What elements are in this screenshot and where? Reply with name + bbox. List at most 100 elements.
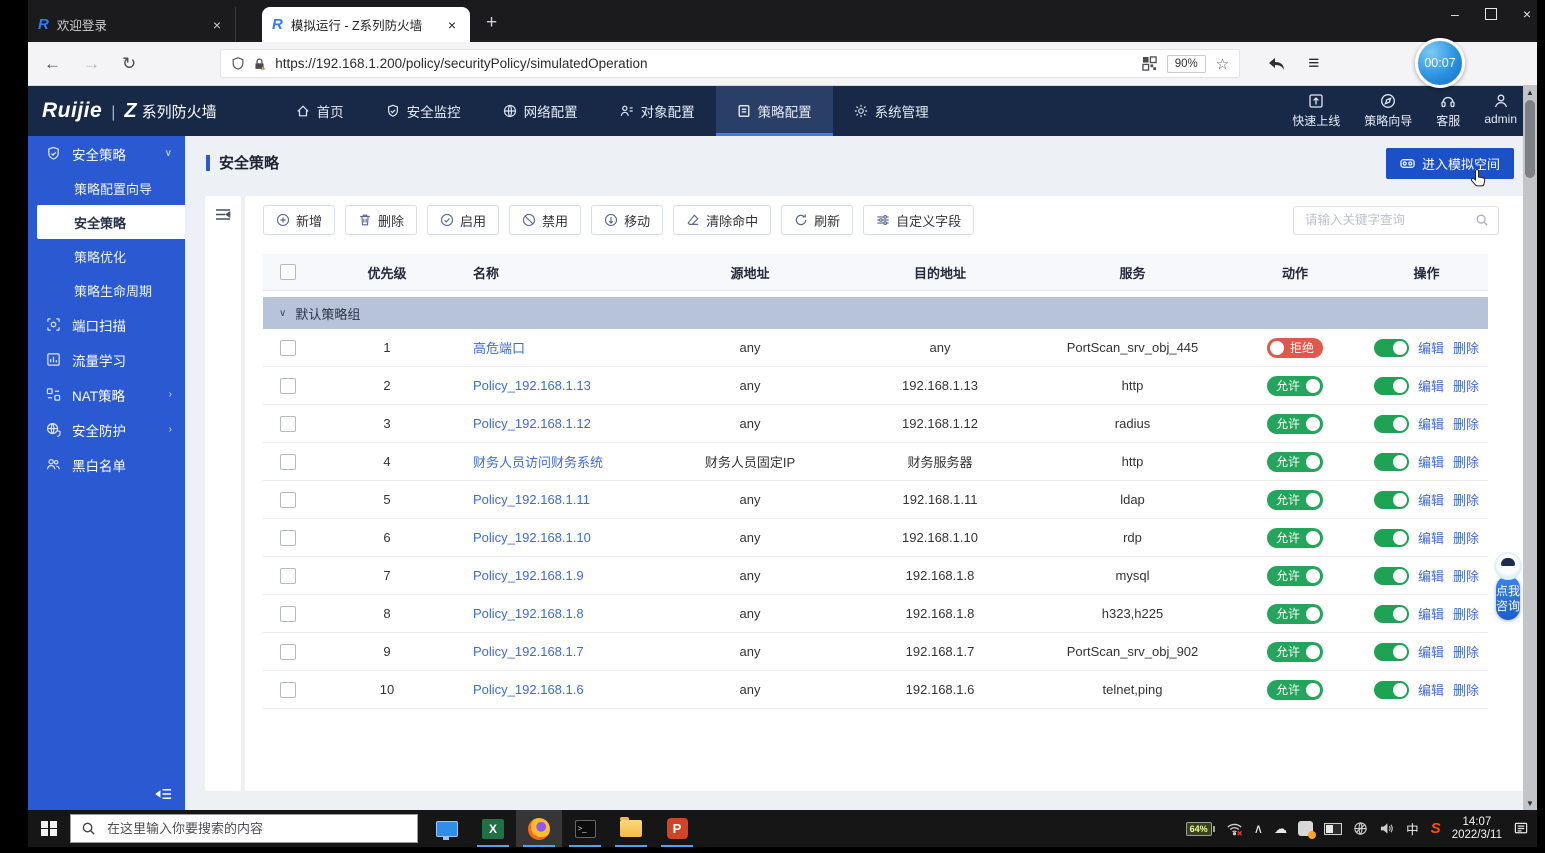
action-toggle-badge[interactable]: 允许 [1267, 376, 1323, 396]
file-explorer-icon[interactable] [608, 810, 654, 847]
policy-table-row[interactable]: 2 Policy_192.168.1.13 any 192.168.1.13 h… [263, 367, 1488, 405]
nav-network-config[interactable]: 网络配置 [482, 86, 599, 136]
policy-name-link[interactable]: Policy_192.168.1.11 [462, 492, 660, 507]
policy-table-row[interactable]: 1 高危端口 any any PortScan_srv_obj_445 拒绝 编… [263, 329, 1488, 367]
sogou-input-icon[interactable]: S [1431, 820, 1441, 837]
taskbar-clock[interactable]: 14:07 2022/3/11 [1452, 816, 1502, 842]
action-toggle-badge[interactable]: 允许 [1267, 414, 1323, 434]
enable-toggle[interactable] [1374, 339, 1409, 357]
refresh-button[interactable]: 刷新 [781, 205, 853, 235]
edit-link[interactable]: 编辑 [1418, 414, 1444, 433]
bookmark-star-icon[interactable]: ☆ [1216, 55, 1229, 73]
enable-toggle[interactable] [1374, 453, 1409, 471]
row-checkbox[interactable] [280, 454, 296, 470]
custom-fields-button[interactable]: 自定义字段 [863, 205, 974, 235]
row-checkbox[interactable] [280, 416, 296, 432]
edit-link[interactable]: 编辑 [1418, 490, 1444, 509]
browser-menu-icon[interactable]: ≡ [1308, 53, 1319, 75]
action-toggle-badge[interactable]: 允许 [1267, 566, 1323, 586]
delete-link[interactable]: 删除 [1453, 490, 1479, 509]
action-toggle-badge[interactable]: 允许 [1267, 680, 1323, 700]
policy-table-row[interactable]: 8 Policy_192.168.1.8 any 192.168.1.8 h32… [263, 595, 1488, 633]
enable-toggle[interactable] [1374, 529, 1409, 547]
sidebar-item-security-protect[interactable]: 安全防护 › [28, 412, 185, 447]
clear-hits-button[interactable]: 清除命中 [673, 205, 771, 235]
app-notification-icon[interactable] [1298, 821, 1313, 836]
policy-table-row[interactable]: 5 Policy_192.168.1.11 any 192.168.1.11 l… [263, 481, 1488, 519]
tab-close-icon[interactable]: × [209, 17, 225, 33]
column-settings-icon[interactable] [215, 208, 231, 221]
sidebar-item-security-policy[interactable]: 安全策略 [37, 205, 185, 239]
delete-link[interactable]: 删除 [1453, 414, 1479, 433]
browser-tab-welcome[interactable]: R 欢迎登录 × [28, 7, 236, 42]
edit-link[interactable]: 编辑 [1418, 376, 1444, 395]
row-checkbox[interactable] [280, 606, 296, 622]
delete-link[interactable]: 删除 [1453, 566, 1479, 585]
policy-table-row[interactable]: 9 Policy_192.168.1.7 any 192.168.1.7 Por… [263, 633, 1488, 671]
taskbar-search[interactable] [70, 814, 418, 843]
zoom-level-indicator[interactable]: 90% [1167, 55, 1206, 73]
row-checkbox[interactable] [280, 682, 296, 698]
search-input[interactable] [1303, 212, 1475, 228]
sidebar-item-port-scan[interactable]: 端口扫描 [28, 307, 185, 342]
tray-expand-chevron[interactable]: ∧ [1254, 821, 1264, 837]
row-checkbox[interactable] [280, 378, 296, 394]
edit-link[interactable]: 编辑 [1418, 338, 1444, 357]
new-tab-button[interactable]: + [486, 12, 497, 34]
policy-name-link[interactable]: Policy_192.168.1.12 [462, 416, 660, 431]
delete-link[interactable]: 删除 [1453, 604, 1479, 623]
consult-float-widget[interactable]: 点我咨询 [1493, 552, 1523, 620]
keyword-search[interactable] [1293, 206, 1499, 235]
disable-button[interactable]: 禁用 [509, 205, 581, 235]
policy-name-link[interactable]: Policy_192.168.1.10 [462, 530, 660, 545]
sidebar-group-security-policy[interactable]: 安全策略 ∨ [28, 136, 185, 171]
move-button[interactable]: 移动 [591, 205, 663, 235]
start-button[interactable] [28, 810, 70, 847]
powerpoint-icon[interactable]: P [654, 810, 700, 847]
policy-group-row[interactable]: ∨ 默认策略组 [263, 297, 1488, 329]
add-button[interactable]: 新增 [263, 205, 335, 235]
enter-simulation-button[interactable]: 进入模拟空间 [1386, 148, 1514, 179]
undo-arrow-icon[interactable] [1266, 56, 1286, 72]
row-checkbox[interactable] [280, 568, 296, 584]
policy-name-link[interactable]: Policy_192.168.1.8 [462, 606, 660, 621]
delete-link[interactable]: 删除 [1453, 642, 1479, 661]
url-field[interactable]: https://192.168.1.200/policy/securityPol… [220, 49, 1240, 78]
sidebar-collapse-icon[interactable] [155, 787, 172, 801]
page-scrollbar[interactable]: ▲ ▼ [1523, 85, 1537, 810]
action-toggle-badge[interactable]: 拒绝 [1267, 338, 1323, 358]
row-checkbox[interactable] [280, 492, 296, 508]
policy-name-link[interactable]: Policy_192.168.1.9 [462, 568, 660, 583]
nav-policy-config[interactable]: 策略配置 [716, 86, 833, 136]
edit-link[interactable]: 编辑 [1418, 452, 1444, 471]
policy-table-row[interactable]: 4 财务人员访问财务系统 财务人员固定IP 财务服务器 http 允许 编辑 删… [263, 443, 1488, 481]
policy-name-link[interactable]: 高危端口 [462, 338, 660, 357]
action-toggle-badge[interactable]: 允许 [1267, 452, 1323, 472]
select-all-checkbox[interactable] [280, 264, 296, 280]
enable-toggle[interactable] [1374, 605, 1409, 623]
battery-indicator[interactable]: 64% [1186, 822, 1215, 836]
edit-link[interactable]: 编辑 [1418, 528, 1444, 547]
enable-toggle[interactable] [1374, 377, 1409, 395]
delete-button[interactable]: 删除 [345, 205, 417, 235]
customer-service-button[interactable]: 客服 [1436, 93, 1460, 129]
action-toggle-badge[interactable]: 允许 [1267, 604, 1323, 624]
enable-button[interactable]: 启用 [427, 205, 499, 235]
enable-toggle[interactable] [1374, 643, 1409, 661]
terminal-icon[interactable]: >_ [562, 810, 608, 847]
reload-button[interactable]: ↻ [122, 54, 136, 74]
policy-wizard-button[interactable]: 策略向导 [1364, 93, 1412, 129]
enable-toggle[interactable] [1374, 415, 1409, 433]
minimize-button[interactable]: – [1451, 6, 1459, 22]
row-checkbox[interactable] [280, 530, 296, 546]
sidebar-item-traffic-learning[interactable]: 流量学习 [28, 342, 185, 377]
scroll-up-arrow[interactable]: ▲ [1523, 85, 1537, 99]
sidebar-item-policy-lifecycle[interactable]: 策略生命周期 [28, 273, 185, 307]
action-center-icon[interactable] [1513, 821, 1529, 836]
onedrive-cloud-icon[interactable]: ☁ [1274, 821, 1287, 837]
taskview-icon[interactable] [424, 810, 470, 847]
delete-link[interactable]: 删除 [1453, 528, 1479, 547]
sidebar-item-blackwhite-list[interactable]: 黑白名单 [28, 447, 185, 482]
recording-timer-badge[interactable]: 00:07 [1415, 38, 1465, 88]
action-toggle-badge[interactable]: 允许 [1267, 490, 1323, 510]
